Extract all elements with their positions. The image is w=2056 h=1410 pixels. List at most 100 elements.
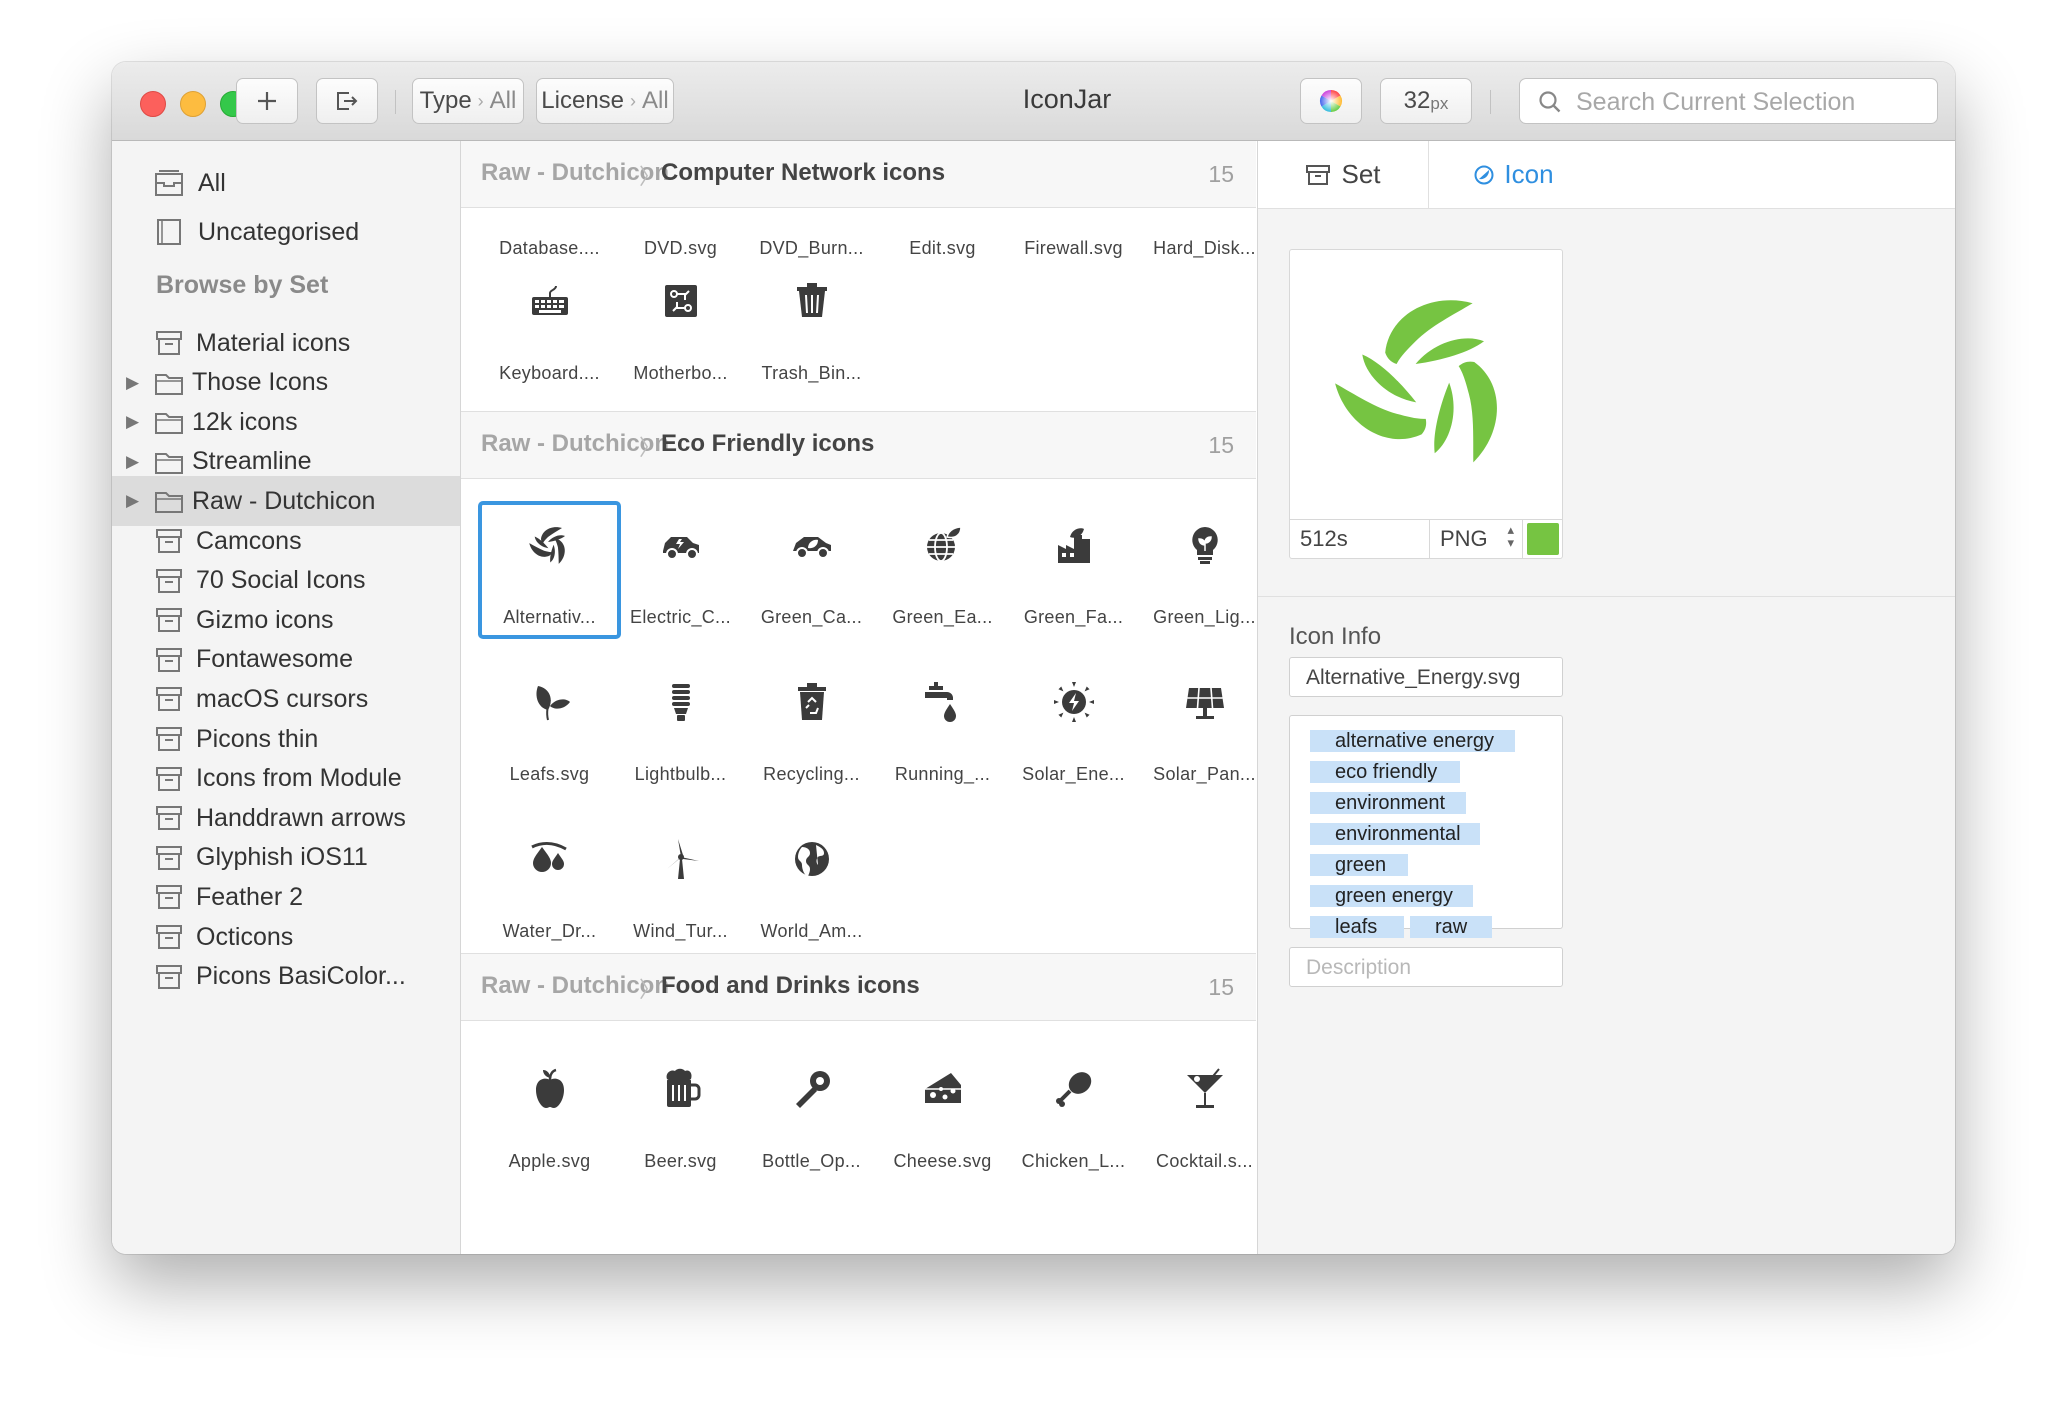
filename-field[interactable] (1289, 657, 1563, 697)
beer-icon (666, 1068, 700, 1107)
sidebar-item-label: 12k icons (192, 407, 298, 436)
archive-box-icon (156, 568, 182, 593)
trash-bin-icon (796, 283, 827, 317)
icon-tile-name: World_Am... (760, 921, 863, 941)
icon-tile[interactable]: Hard_Disk... (1133, 238, 1256, 268)
icon-tile-name: Alternativ... (503, 607, 596, 627)
sidebar-item-label: Streamline (192, 447, 312, 476)
search-input[interactable] (1574, 85, 1928, 119)
icon-size-button[interactable]: 32 px (1380, 78, 1472, 124)
archive-box-icon (156, 845, 182, 870)
icon-tile[interactable]: Cheese.svg (871, 1045, 1014, 1183)
green-factory-icon (1057, 528, 1090, 563)
wind-turbine-icon (666, 839, 699, 879)
sidebar-item-all[interactable]: All (112, 158, 460, 208)
export-format-value: PNG (1440, 526, 1488, 551)
icon-tile-name: Green_Fa... (1023, 607, 1124, 627)
tag-token[interactable]: raw (1410, 916, 1492, 938)
icon-tile[interactable]: Running_... (871, 658, 1014, 796)
license-filter-value: All (642, 87, 669, 114)
icon-tile[interactable]: Water_Dr... (478, 815, 621, 953)
icon-tile[interactable]: Alternativ... (478, 501, 621, 639)
toolbar: Type › All License › All IconJar 32 px (112, 62, 1955, 141)
icon-tile[interactable]: Recycling... (740, 658, 883, 796)
icon-tile[interactable]: Solar_Pan... (1133, 658, 1256, 796)
export-button[interactable] (316, 78, 378, 124)
disclosure-triangle-icon[interactable]: ▶ (126, 412, 139, 432)
description-input[interactable] (1304, 953, 1558, 983)
color-picker-button[interactable] (1300, 78, 1362, 124)
type-filter-label: Type (419, 87, 472, 114)
type-filter-button[interactable]: Type › All (412, 78, 524, 124)
icon-tile[interactable]: Chicken_L... (1002, 1045, 1145, 1183)
icon-tile[interactable]: Trash_Bin... (740, 257, 883, 395)
tab-icon-label: Icon (1504, 159, 1554, 189)
icon-tile-name: Solar_Ene... (1022, 764, 1125, 784)
license-filter-button[interactable]: License › All (536, 78, 674, 124)
tags-field[interactable]: alternative energy eco friendly environmen… (1289, 715, 1563, 969)
add-button[interactable] (236, 78, 298, 124)
section-count: 15 (1208, 432, 1234, 458)
tag-token[interactable]: leafs (1310, 916, 1404, 938)
icon-tile[interactable]: Green_Ea... (871, 501, 1014, 639)
icon-tile[interactable]: Apple.svg (478, 1045, 621, 1183)
green-lightbulb-icon (1191, 527, 1218, 564)
export-color-swatch[interactable] (1527, 523, 1559, 555)
icon-tile[interactable]: Keyboard.... (478, 257, 621, 395)
description-field[interactable] (1289, 947, 1563, 987)
tag-token[interactable]: eco friendly (1310, 761, 1460, 783)
electric-car-icon (662, 537, 699, 560)
keyboard-icon (531, 285, 568, 315)
section-count: 15 (1208, 161, 1234, 187)
tag-token[interactable]: green energy (1310, 885, 1473, 907)
close-window-button[interactable] (140, 91, 166, 117)
world-americas-icon (794, 842, 829, 877)
sidebar-item-label: macOS cursors (196, 684, 369, 713)
filename-input[interactable] (1304, 663, 1558, 693)
tag-token[interactable]: green (1310, 854, 1408, 876)
disclosure-triangle-icon[interactable]: ▶ (126, 373, 139, 393)
icon-tile[interactable]: Electric_C... (609, 501, 752, 639)
export-format-select[interactable]: PNG ▴ ▾ (1429, 520, 1523, 558)
water-drops-icon (530, 842, 567, 872)
sidebar-item-label: Uncategorised (198, 217, 360, 246)
leafs-icon (535, 686, 570, 721)
icon-tile[interactable]: Beer.svg (609, 1045, 752, 1183)
export-size-field[interactable]: 512s (1300, 526, 1348, 552)
sidebar-item-picons-basicolor[interactable]: Picons BasiColor... (112, 952, 460, 1002)
tag-token[interactable]: environmental (1310, 823, 1480, 845)
archive-box-icon (156, 529, 182, 553)
archive-box-icon (156, 331, 182, 355)
minimize-window-button[interactable] (180, 91, 206, 117)
alternative-energy-icon (527, 527, 570, 567)
icon-tile-name: Beer.svg (644, 1151, 717, 1171)
icon-tile[interactable]: Solar_Ene... (1002, 658, 1145, 796)
archive-box-icon (156, 608, 182, 633)
icon-tile[interactable]: Bottle_Op... (740, 1045, 883, 1183)
icon-tile[interactable]: Green_Fa... (1002, 501, 1145, 639)
icon-tile[interactable]: Leafs.svg (478, 658, 621, 796)
sidebar-item-label: Material icons (196, 328, 351, 357)
icon-tile[interactable]: Green_Lig... (1133, 501, 1256, 639)
disclosure-triangle-icon[interactable]: ▶ (126, 491, 139, 511)
tab-set[interactable]: Set (1258, 141, 1428, 208)
disclosure-triangle-icon[interactable]: ▶ (126, 452, 139, 472)
icon-tile[interactable]: Firewall.svg (1002, 238, 1145, 268)
icon-tile[interactable]: Cocktail.s... (1133, 1045, 1256, 1183)
icon-tile[interactable]: Motherbo... (609, 257, 752, 395)
tag-token[interactable]: environment (1310, 792, 1466, 814)
section-category-name: Computer Network icons (661, 159, 946, 186)
icon-tile-name: Firewall.svg (1024, 238, 1123, 258)
tag-token[interactable]: alternative energy (1310, 730, 1515, 752)
icon-tile[interactable]: Wind_Tur... (609, 815, 752, 953)
sidebar-item-uncategorised[interactable]: Uncategorised (112, 207, 460, 257)
tab-icon[interactable]: Icon (1429, 141, 1599, 208)
toolbar-separator (395, 90, 396, 114)
icon-tile[interactable]: World_Am... (740, 815, 883, 953)
search-field[interactable] (1519, 78, 1938, 124)
icon-tile[interactable]: Edit.svg (871, 238, 1014, 268)
icon-tile[interactable]: Green_Ca... (740, 501, 883, 639)
icon-tile[interactable]: Lightbulb... (609, 658, 752, 796)
sidebar-item-label: Gizmo icons (196, 605, 334, 634)
icon-tile-name: Apple.svg (508, 1151, 591, 1171)
